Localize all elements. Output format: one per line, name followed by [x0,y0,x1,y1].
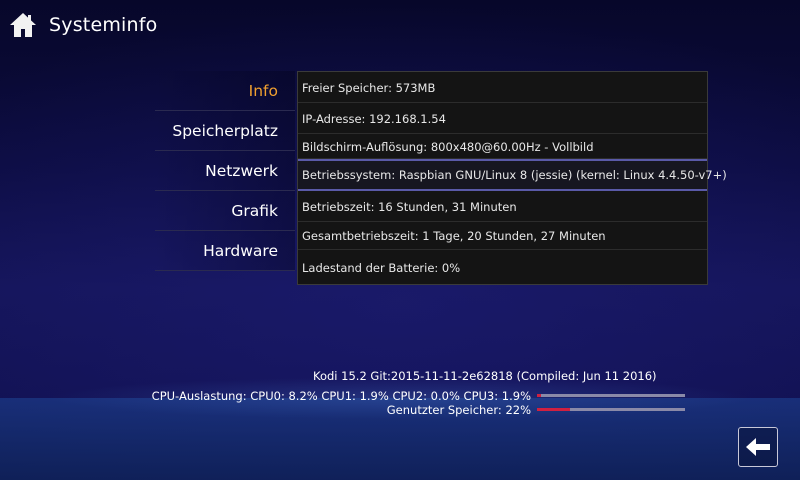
cpu-usage-bar-fill [537,394,542,397]
page-header: Systeminfo [8,8,158,42]
info-row-ip-address: IP-Adresse: 192.168.1.54 [298,104,707,134]
menu-item-network[interactable]: Netzwerk [155,151,295,191]
info-row-uptime: Betriebszeit: 16 Stunden, 31 Minuten [298,193,707,222]
menu-item-storage[interactable]: Speicherplatz [155,111,295,151]
version-info: Kodi 15.2 Git:2015-11-11-2e62818 (Compil… [313,369,657,383]
cpu-usage-label: CPU-Auslastung: CPU0: 8.2% CPU1: 1.9% CP… [151,389,531,403]
back-arrow-icon [746,438,770,456]
info-panel: Freier Speicher: 573MB IP-Adresse: 192.1… [297,71,727,285]
menu-item-label: Info [248,81,278,100]
home-icon[interactable] [8,10,38,40]
menu-item-hardware[interactable]: Hardware [155,231,295,271]
menu-item-graphics[interactable]: Grafik [155,191,295,231]
memory-usage-label: Genutzter Speicher: 22% [386,403,531,417]
cpu-usage-bar [537,394,685,397]
memory-usage-bar-fill [537,408,570,411]
page-title: Systeminfo [49,14,158,36]
info-row-free-memory: Freier Speicher: 573MB [298,74,707,103]
info-row-os: Betriebssystem: Raspbian GNU/Linux 8 (je… [298,159,727,191]
category-menu: Info Speicherplatz Netzwerk Grafik Hardw… [155,71,295,271]
info-row-resolution: Bildschirm-Auflösung: 800x480@60.00Hz - … [298,135,707,159]
menu-item-label: Hardware [203,241,278,260]
menu-item-label: Speicherplatz [172,121,278,140]
memory-usage-bar [537,408,685,411]
back-button[interactable] [738,427,778,467]
info-row-total-uptime: Gesamtbetriebszeit: 1 Tage, 20 Stunden, … [298,223,707,250]
menu-item-label: Grafik [231,201,278,220]
info-row-battery: Ladestand der Batterie: 0% [302,260,461,275]
menu-item-info[interactable]: Info [155,71,295,111]
menu-item-label: Netzwerk [205,161,278,180]
